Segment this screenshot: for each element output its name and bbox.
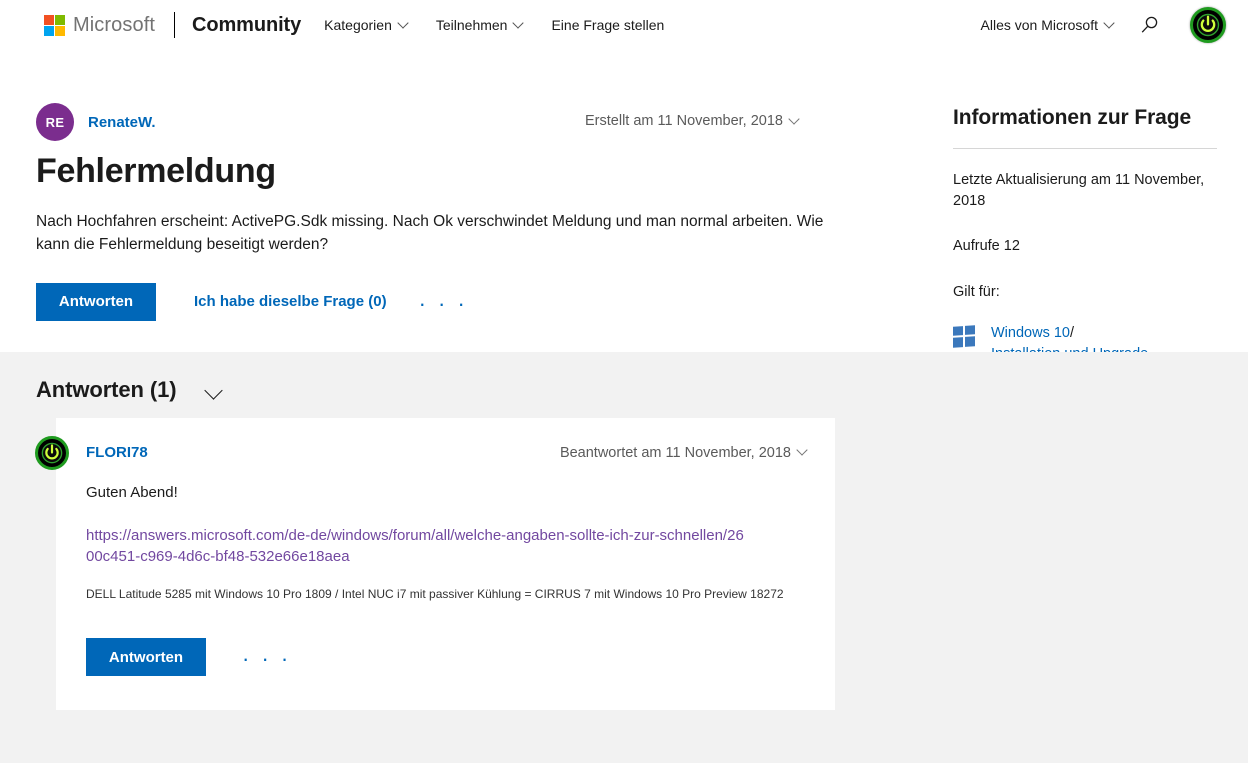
logo-square-red (44, 14, 54, 25)
chevron-down-icon (790, 115, 799, 124)
answer-date-label: Beantwortet am 11 November, 2018 (559, 444, 791, 461)
answer-body: Guten Abend! https://answers.microsoft.c… (86, 484, 786, 602)
sidebar-last-updated: Letzte Aktualisierung am 11 November, 20… (953, 172, 1205, 209)
sidebar-applies-label: Gilt für: (953, 283, 1000, 300)
microsoft-logo-icon (44, 14, 65, 36)
answers-heading: Antworten (1) (36, 377, 177, 402)
nav-item-kategorien-label: Kategorien (324, 17, 392, 33)
sidebar-views: Aufrufe 12 (953, 238, 1020, 255)
header-divider (174, 12, 176, 38)
header-right-group: Alles von Microsoft (981, 7, 1226, 43)
sidebar-applies-separator: / (1069, 325, 1075, 342)
nav-item-eine-frage-stellen[interactable]: Eine Frage stellen (551, 17, 664, 33)
question-actions: Antworten Ich habe dieselbe Frage (0) · … (36, 282, 866, 321)
logo-square-green (55, 14, 65, 25)
logo-square-yellow (55, 25, 65, 36)
question-inner: RE RenateW. Erstellt am 11 November, 201… (36, 102, 866, 321)
answer-card: FLORI78 Beantwortet am 11 November, 2018… (35, 418, 835, 710)
question-author-link[interactable]: RenateW. (88, 114, 156, 131)
sidebar-title: Informationen zur Frage (953, 106, 1192, 129)
reply-button[interactable]: Antworten (86, 638, 206, 676)
power-button-icon (1196, 13, 1220, 37)
question-info-sidebar: Informationen zur Frage Letzte Aktualisi… (953, 106, 1219, 365)
answer-greeting: Guten Abend! (86, 484, 178, 501)
answers-header: Antworten (1) (36, 377, 224, 403)
search-button[interactable] (1140, 15, 1160, 35)
reply-button[interactable]: Antworten (36, 282, 156, 321)
microsoft-wordmark: Microsoft (73, 13, 156, 36)
answer-header: FLORI78 Beantwortet am 11 November, 2018 (86, 444, 807, 461)
community-title[interactable]: Community (192, 14, 301, 37)
all-microsoft-menu[interactable]: Alles von Microsoft (981, 17, 1114, 33)
user-avatar[interactable] (1190, 7, 1226, 43)
sidebar-divider (953, 148, 1217, 149)
question-created-date[interactable]: Erstellt am 11 November, 2018 (585, 113, 799, 129)
chevron-down-icon (1105, 19, 1114, 28)
chevron-down-icon (399, 19, 408, 28)
answer-actions: Antworten · · · (86, 638, 291, 676)
chevron-down-icon[interactable] (204, 384, 224, 396)
more-actions-button[interactable]: · · · (242, 648, 291, 670)
avatar[interactable]: RE (36, 103, 74, 141)
sidebar-link-windows-10[interactable]: Windows 10 (991, 325, 1070, 341)
answer-signature: DELL Latitude 5285 mit Windows 10 Pro 18… (86, 586, 784, 601)
question-body: Nach Hochfahren erscheint: ActivePG.Sdk … (36, 213, 824, 253)
primary-nav: Kategorien Teilnehmen Eine Frage stellen (324, 17, 664, 33)
answer-author-link[interactable]: FLORI78 (86, 444, 148, 461)
page-title: Fehlermeldung (36, 152, 276, 190)
same-question-link[interactable]: Ich habe dieselbe Frage (0) (194, 293, 387, 310)
answer-date[interactable]: Beantwortet am 11 November, 2018 (560, 445, 807, 461)
search-icon (1141, 16, 1158, 33)
power-button-icon (41, 442, 63, 464)
answers-section: Antworten (1) FLORI78 Beantwortet am 11 … (0, 352, 1248, 763)
chevron-down-icon (514, 19, 523, 28)
nav-item-teilnehmen[interactable]: Teilnehmen (436, 17, 524, 33)
chevron-down-icon (798, 446, 807, 455)
site-header: Microsoft Community Kategorien Teilnehme… (0, 0, 1248, 50)
answer-link[interactable]: https://answers.microsoft.com/de-de/wind… (86, 525, 746, 568)
all-microsoft-label: Alles von Microsoft (980, 17, 1098, 33)
avatar[interactable] (35, 436, 69, 470)
question-created-date-label: Erstellt am 11 November, 2018 (585, 113, 783, 129)
windows-logo-icon (953, 325, 975, 349)
page-root: Microsoft Community Kategorien Teilnehme… (0, 0, 1248, 763)
logo-square-blue (44, 25, 54, 36)
more-actions-button[interactable]: · · · (419, 292, 468, 315)
nav-item-eine-frage-stellen-label: Eine Frage stellen (551, 17, 665, 33)
microsoft-logo-link[interactable]: Microsoft (44, 14, 155, 37)
nav-item-teilnehmen-label: Teilnehmen (435, 17, 508, 33)
nav-item-kategorien[interactable]: Kategorien (324, 17, 408, 33)
